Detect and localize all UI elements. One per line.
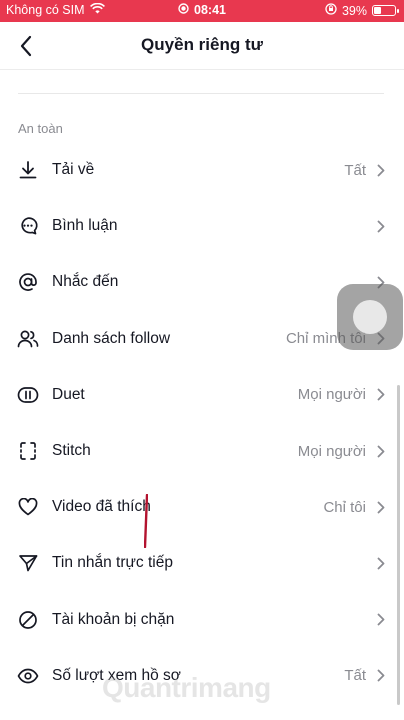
orientation-lock-icon — [325, 3, 337, 18]
page-title: Quyền riêng tư — [141, 35, 263, 54]
watermark-text: Quantrimang — [102, 672, 271, 703]
battery-percent: 39% — [341, 3, 367, 18]
setting-label: Tin nhắn trực tiếp — [52, 554, 173, 572]
section-label: An toàn — [18, 121, 63, 136]
users-icon — [17, 328, 39, 350]
chevron-right-icon — [374, 219, 388, 233]
setting-label: Nhắc đến — [52, 273, 119, 291]
status-right: 39% — [325, 3, 399, 18]
setting-label: Bình luận — [52, 217, 118, 235]
chevron-right-icon — [374, 556, 388, 570]
comment-icon — [17, 215, 39, 237]
assistive-touch-icon — [353, 300, 387, 334]
setting-row-direct-messages[interactable]: Tin nhắn trực tiếp — [0, 535, 404, 591]
setting-label: Tài khoản bị chặn — [52, 610, 175, 628]
navigation-header: Quyền riêng tư — [0, 22, 404, 70]
setting-value: Tất — [344, 161, 366, 179]
privacy-settings-screen: Không có SIM 08:41 39% Quyền riêng tư An… — [0, 0, 404, 720]
chevron-right-icon — [374, 500, 388, 514]
at-icon — [17, 271, 39, 293]
setting-value: Tất — [344, 667, 366, 685]
settings-list: Tải về Tất Bình luận Nhắc đến Danh sách — [0, 142, 404, 704]
battery-level — [374, 7, 381, 14]
setting-label: Stitch — [52, 442, 91, 460]
stitch-icon — [17, 440, 39, 462]
battery-icon — [372, 5, 399, 16]
duet-icon — [17, 384, 39, 406]
setting-row-download[interactable]: Tải về Tất — [0, 142, 404, 198]
record-icon — [178, 3, 189, 17]
chevron-right-icon — [374, 163, 388, 177]
status-bar: Không có SIM 08:41 39% — [0, 0, 404, 22]
setting-label: Video đã thích — [52, 498, 151, 516]
eye-icon — [17, 665, 39, 687]
setting-row-liked-videos[interactable]: Video đã thích Chỉ tôi — [0, 479, 404, 535]
download-icon — [17, 159, 39, 181]
setting-label: Danh sách follow — [52, 329, 171, 347]
setting-label: Duet — [52, 385, 85, 403]
setting-value: Mọi người — [297, 442, 366, 460]
pen-annotation-mark — [144, 494, 148, 548]
chevron-right-icon — [374, 613, 388, 627]
send-icon — [17, 552, 39, 574]
setting-row-comments[interactable]: Bình luận — [0, 198, 404, 254]
scrollbar[interactable] — [397, 385, 400, 705]
block-icon — [17, 609, 39, 631]
setting-label: Tải về — [52, 161, 95, 179]
setting-row-blocked-accounts[interactable]: Tài khoản bị chặn — [0, 592, 404, 648]
setting-row-duet[interactable]: Duet Mọi người — [0, 367, 404, 423]
chevron-right-icon — [374, 388, 388, 402]
chevron-right-icon — [374, 444, 388, 458]
heart-icon — [17, 496, 39, 518]
setting-value: Chỉ tôi — [323, 498, 366, 516]
status-time: 08:41 — [194, 3, 226, 17]
divider — [18, 93, 384, 94]
chevron-right-icon — [374, 669, 388, 683]
setting-value: Mọi người — [297, 386, 366, 404]
setting-row-stitch[interactable]: Stitch Mọi người — [0, 423, 404, 479]
assistive-touch-button[interactable] — [337, 284, 403, 350]
